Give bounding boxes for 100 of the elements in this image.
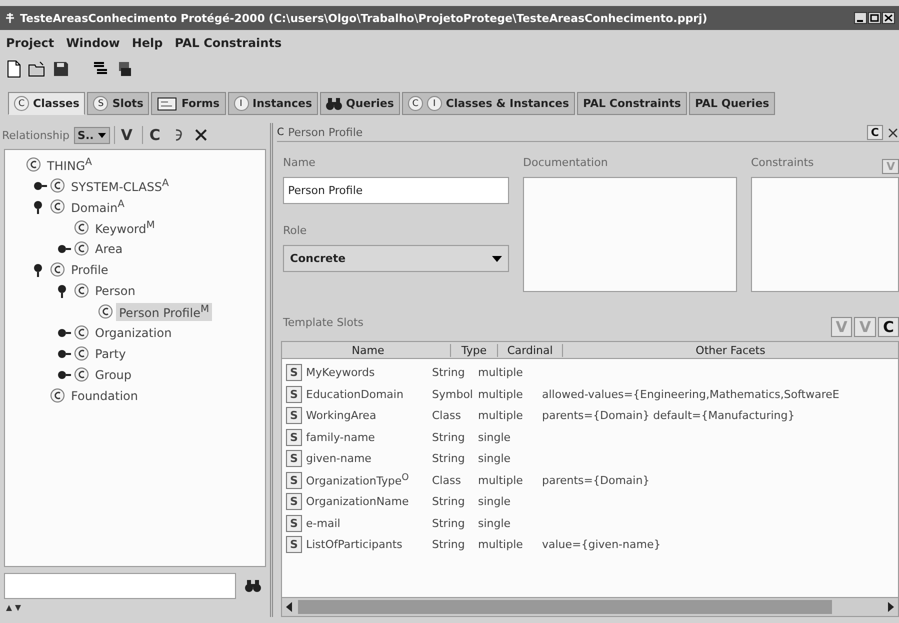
table-cell-text: single [478, 430, 512, 444]
tab[interactable]: C I Classes & Instances [402, 92, 576, 115]
slot-badge: S [286, 450, 302, 468]
tab[interactable]: Queries [320, 92, 400, 115]
horizontal-scrollbar[interactable] [282, 597, 898, 616]
caret-icon [98, 132, 106, 138]
class-icon [74, 283, 89, 298]
role-dropdown[interactable]: Concrete [283, 245, 509, 272]
minimize-icon[interactable] [854, 12, 867, 24]
tab[interactable]: I Instances [228, 92, 318, 115]
name-field[interactable]: Person Profile [283, 177, 509, 204]
tree-item[interactable]: SYSTEM-CLASS$^{A}$ [68, 176, 172, 194]
constraints-label: Constraints [751, 156, 814, 169]
menu-item[interactable]: PAL Constraints [174, 36, 282, 50]
table-cell-text: e-mail [305, 516, 342, 530]
tab[interactable]: PAL Constraints [577, 92, 687, 115]
binoculars-icon [245, 578, 261, 594]
slot-badge: S [286, 407, 302, 424]
table-cell-text: multiple [478, 409, 524, 422]
table-cell-text: value={given-name} [542, 538, 662, 552]
slot-badge: S [286, 386, 302, 403]
menu-item[interactable]: Window [66, 36, 120, 50]
table-cell-text: String [432, 495, 466, 508]
class-icon [74, 325, 89, 340]
table-cell-text: EducationDomain [305, 388, 404, 401]
class-form-title: Person Profile [288, 126, 364, 138]
table-cell-text: Class [432, 474, 462, 487]
maximize-icon[interactable] [868, 12, 881, 24]
table-cell-text: multiple [478, 366, 524, 380]
table-cell-text: String [432, 452, 466, 466]
tab[interactable]: S Slots [87, 92, 150, 115]
tab[interactable]: PAL Queries [688, 92, 776, 115]
role-label: Role [283, 224, 308, 237]
slot-badge: S [286, 536, 302, 554]
table-cell-text: single [478, 452, 512, 466]
slot-badge: S [286, 514, 302, 532]
tree-item[interactable]: Person Profile$^{M}$ [116, 302, 212, 320]
app-icon [4, 12, 16, 24]
table-cell-text: single [478, 516, 512, 530]
binoculars-icon [326, 96, 342, 110]
slot-badge: S [286, 493, 302, 510]
table-cell-text: String [432, 516, 466, 530]
column-header[interactable]: Name [282, 344, 451, 356]
table-cell-text: ListOfParticipants [305, 538, 404, 552]
menu-item[interactable]: Help [132, 36, 163, 50]
table-cell-text: family-name [305, 430, 376, 444]
constraints-field[interactable] [751, 177, 899, 292]
tab[interactable]: C Classes [8, 92, 86, 115]
search-field[interactable] [4, 573, 236, 599]
table-cell-text: multiple [478, 388, 524, 401]
class-letter: C [277, 126, 284, 138]
column-header[interactable]: Cardinal [498, 344, 563, 356]
table-cell-text: String [432, 538, 466, 552]
menu-item[interactable]: Project [6, 36, 54, 50]
table-cell-text: allowed-values={Engineering,Mathematics,SoftwareE [542, 388, 840, 401]
slot-badge: S [286, 428, 302, 446]
table-cell-text: parents={Domain} default={Manufacturing} [542, 409, 796, 422]
scroll-left-icon[interactable] [286, 602, 294, 612]
table-cell-text: OrganizationName [305, 495, 410, 508]
class-icon [50, 178, 65, 193]
class-icon [26, 157, 41, 172]
close-icon[interactable] [882, 12, 895, 24]
table-cell-text: Class [432, 409, 462, 422]
new-file-icon[interactable] [6, 60, 22, 78]
table-cell-text: OrganizationType$^{O}$ [305, 472, 410, 488]
table-cell-text: single [478, 495, 512, 508]
save-icon[interactable] [52, 60, 70, 78]
tree-item[interactable]: Party [92, 346, 129, 362]
tree-item[interactable]: Person [92, 282, 138, 298]
tree-item[interactable]: THING$^{A}$ [44, 156, 96, 174]
sort-arrows-icon[interactable] [6, 605, 22, 611]
tab[interactable]: Forms [151, 92, 226, 115]
open-folder-icon[interactable] [28, 60, 46, 78]
column-header[interactable]: Other Facets [563, 344, 898, 356]
window-icon[interactable] [116, 60, 134, 78]
tree-item[interactable]: Foundation [68, 388, 141, 404]
class-icon [50, 262, 65, 277]
delete-icon[interactable] [194, 128, 208, 142]
scroll-right-icon[interactable] [886, 602, 894, 612]
class-icon [50, 388, 65, 403]
slot-badge: S [286, 472, 302, 489]
tree-item[interactable]: Group [92, 366, 135, 382]
documentation-field[interactable] [523, 177, 737, 292]
header-button[interactable]: C [866, 124, 883, 140]
tree-item[interactable]: Domain$^{A}$ [68, 198, 128, 216]
tree-item[interactable]: Area [92, 240, 126, 256]
caret-icon [492, 256, 502, 262]
window-title: TesteAreasConhecimento Protégé-2000 (C:\users\Olgo\Trabalho\ProjetoProtege\TesteAreasConhecimento.pprj) [20, 12, 708, 24]
relationship-label: Relationship [2, 128, 70, 142]
tree-item[interactable]: Keyword$^{M}$ [92, 218, 158, 236]
form-icon [157, 96, 178, 110]
class-icon [74, 346, 89, 361]
column-header[interactable]: Type [451, 344, 498, 356]
relationship-dropdown[interactable]: S.. [74, 126, 110, 144]
tree-item[interactable]: Profile [68, 262, 112, 278]
table-cell-text: multiple [478, 538, 524, 552]
table-cell-text: String [432, 430, 466, 444]
class-icon [50, 199, 65, 214]
slot-button[interactable]: C [878, 316, 899, 336]
tree-item[interactable]: Organization [92, 324, 175, 340]
